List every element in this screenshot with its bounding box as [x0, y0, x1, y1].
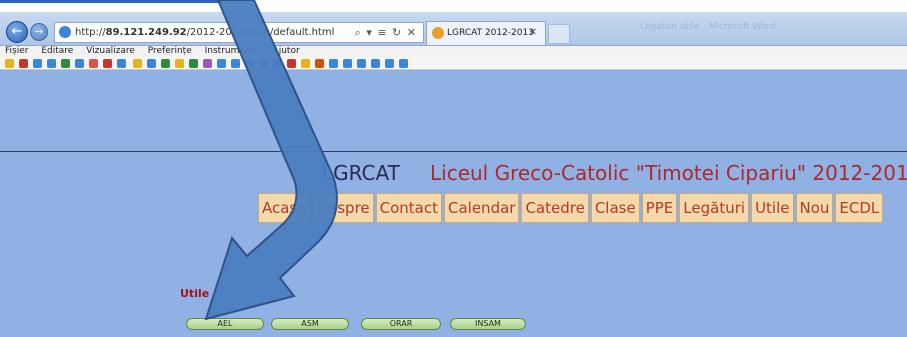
new-tab-button[interactable]: [548, 24, 570, 44]
favorite-link-icon[interactable]: [315, 59, 324, 68]
nav-legaturi[interactable]: Legături: [679, 193, 750, 223]
favorite-link-icon[interactable]: [245, 59, 254, 68]
main-nav: Acasa Despre Contact Calendar Catedre Cl…: [258, 193, 885, 223]
nav-ppe[interactable]: PPE: [641, 193, 678, 223]
favorite-link-icon[interactable]: [273, 59, 282, 68]
favorite-link-icon[interactable]: [371, 59, 380, 68]
favorite-link-icon[interactable]: [61, 59, 70, 68]
favorite-link-icon[interactable]: [5, 59, 14, 68]
forward-arrow-icon: →: [34, 25, 44, 38]
favorite-link-icon[interactable]: [175, 59, 184, 68]
favorite-link-icon[interactable]: [33, 59, 42, 68]
menu-view[interactable]: Vizualizare: [86, 46, 135, 56]
favorite-link-icon[interactable]: [301, 59, 310, 68]
favorite-link-icon[interactable]: [117, 59, 126, 68]
top-link-underline: [0, 0, 222, 3]
pill-orar[interactable]: ORAR: [361, 318, 441, 330]
browser-titlebar: ← → http://89.121.249.92/2012-2013/utile…: [0, 12, 907, 46]
favorite-link-icon[interactable]: [217, 59, 226, 68]
pill-asm[interactable]: ASM: [271, 318, 349, 330]
favorite-link-icon[interactable]: [287, 59, 296, 68]
header-divider: [0, 151, 907, 152]
nav-despre[interactable]: Despre: [312, 193, 374, 223]
favorite-link-icon[interactable]: [357, 59, 366, 68]
favorite-link-icon[interactable]: [385, 59, 394, 68]
nav-calendar[interactable]: Calendar: [444, 193, 520, 223]
back-button[interactable]: ←: [6, 21, 28, 43]
address-bar[interactable]: http://89.121.249.92/2012-2013/utile/def…: [54, 22, 424, 43]
menu-file[interactable]: Fișier: [5, 46, 28, 56]
tab-title: LGRCAT 2012-2013: [447, 28, 534, 38]
menu-edit[interactable]: Editare: [41, 46, 73, 56]
menu-tools[interactable]: Instrumente: [205, 46, 260, 56]
favorite-link-icon[interactable]: [161, 59, 170, 68]
url-host: 89.121.249.92: [105, 27, 187, 38]
favorites-bar: [0, 57, 907, 70]
pill-ael[interactable]: AEL: [186, 318, 264, 330]
favorite-link-icon[interactable]: [343, 59, 352, 68]
address-tools[interactable]: ⌕ ▾ ≡ ↻ ✕: [355, 23, 417, 42]
menu-help[interactable]: Ajutor: [273, 46, 300, 56]
favorite-link-icon[interactable]: [259, 59, 268, 68]
favorite-link-icon[interactable]: [329, 59, 338, 68]
favorite-link-icon[interactable]: [189, 59, 198, 68]
nav-nou[interactable]: Nou: [795, 193, 834, 223]
favorite-link-icon[interactable]: [231, 59, 240, 68]
favorite-link-icon[interactable]: [147, 59, 156, 68]
tab-close-icon[interactable]: ✕: [529, 22, 537, 44]
favorite-link-icon[interactable]: [203, 59, 212, 68]
back-arrow-icon: ←: [11, 24, 23, 39]
pill-insam[interactable]: INSAM: [450, 318, 526, 330]
forward-button[interactable]: →: [30, 23, 48, 41]
favorite-link-icon[interactable]: [75, 59, 84, 68]
site-title: Liceul Greco-Catolic "Timotei Cipariu" 2…: [430, 161, 907, 185]
nav-utile[interactable]: Utile: [751, 193, 794, 223]
favorite-link-icon[interactable]: [19, 59, 28, 68]
menu-favorites[interactable]: Preferințe: [148, 46, 192, 56]
favorite-link-icon[interactable]: [47, 59, 56, 68]
favorite-link-icon[interactable]: [103, 59, 112, 68]
background-window-title: Legaturi utile - Microsoft Word: [640, 22, 776, 32]
favorite-link-icon[interactable]: [133, 59, 142, 68]
web-page: LGRCAT Liceul Greco-Catolic "Timotei Cip…: [0, 70, 907, 337]
favorite-link-icon[interactable]: [89, 59, 98, 68]
nav-ecdl[interactable]: ECDL: [835, 193, 884, 223]
ie-page-icon: [59, 26, 71, 38]
nav-clase[interactable]: Clase: [590, 193, 640, 223]
menu-bar: Fișier Editare Vizualizare Preferințe In…: [0, 46, 907, 57]
nav-acasa[interactable]: Acasa: [258, 193, 311, 223]
nav-contact[interactable]: Contact: [375, 193, 442, 223]
nav-catedre[interactable]: Catedre: [521, 193, 589, 223]
top-link-strip: [0, 0, 907, 12]
site-abbreviation: LGRCAT: [322, 161, 400, 185]
favorite-link-icon[interactable]: [399, 59, 408, 68]
tab-favicon-icon: [432, 27, 444, 39]
section-title: Utile: [180, 287, 210, 300]
url-scheme: http://: [75, 27, 106, 38]
tab-lgrcat[interactable]: LGRCAT 2012-2013 ✕: [426, 21, 546, 45]
url-path: /2012-2013/utile/default.html: [186, 27, 335, 38]
